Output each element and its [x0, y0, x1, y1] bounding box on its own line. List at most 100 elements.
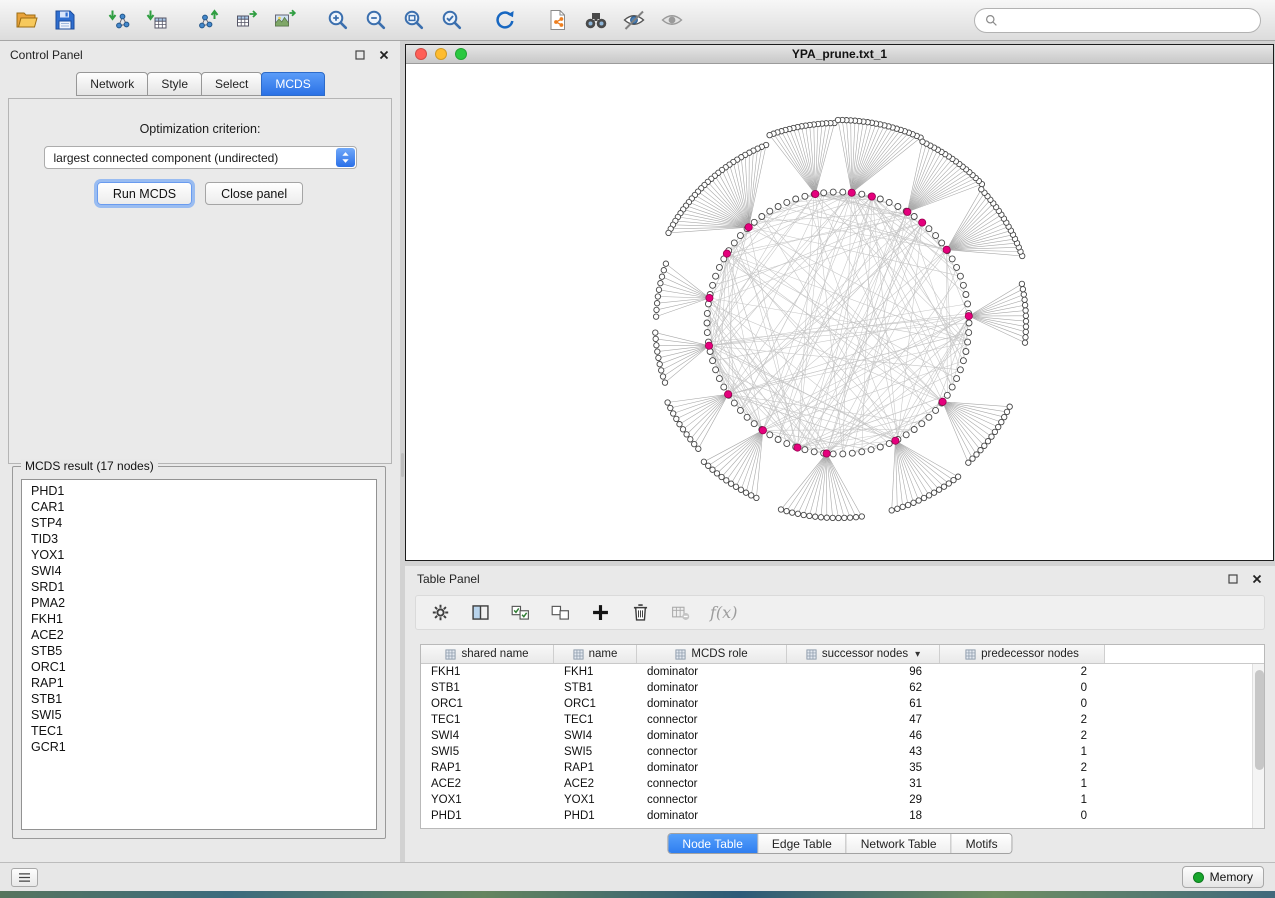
- open-session-button[interactable]: [8, 4, 46, 36]
- run-mcds-button[interactable]: Run MCDS: [97, 182, 192, 205]
- network-view[interactable]: [406, 65, 1273, 560]
- mcds-result-item[interactable]: TID3: [22, 531, 376, 547]
- right-region: YPA_prune.txt_1 Table Panel: [400, 41, 1275, 862]
- mcds-result-item[interactable]: PHD1: [22, 483, 376, 499]
- deselect-all-icon: [550, 602, 571, 623]
- refresh-icon: [493, 8, 517, 32]
- mcds-tab-panel: Optimization criterion: largest connecte…: [8, 98, 392, 464]
- window-maximize-button[interactable]: [455, 48, 467, 60]
- float-table-panel-button[interactable]: [1226, 572, 1239, 585]
- mcds-result-item[interactable]: SWI5: [22, 707, 376, 723]
- show-columns-button[interactable]: [470, 602, 491, 623]
- table-scrollbar[interactable]: [1252, 664, 1264, 828]
- table-row[interactable]: RAP1RAP1dominator352: [421, 760, 1252, 776]
- eye-icon: [660, 8, 684, 32]
- mcds-result-item[interactable]: ACE2: [22, 627, 376, 643]
- tab-network[interactable]: Network: [76, 72, 148, 96]
- mcds-result-groupbox: MCDS result (17 nodes) PHD1CAR1STP4TID3Y…: [12, 466, 386, 839]
- mcds-result-item[interactable]: STP4: [22, 515, 376, 531]
- status-bar: Memory: [0, 862, 1275, 891]
- export-table-icon: [235, 8, 259, 32]
- table-row[interactable]: PHD1PHD1dominator180: [421, 808, 1252, 824]
- mcds-result-item[interactable]: FKH1: [22, 611, 376, 627]
- mcds-result-item[interactable]: CAR1: [22, 499, 376, 515]
- delete-table-button-disabled: [670, 602, 691, 623]
- table-settings-button[interactable]: [430, 602, 451, 623]
- network-window: YPA_prune.txt_1: [405, 44, 1274, 561]
- network-canvas[interactable]: [406, 65, 1273, 560]
- tab-network-table[interactable]: Network Table: [847, 834, 952, 853]
- search-input[interactable]: [1004, 13, 1250, 27]
- column-header-predecessor-nodes[interactable]: predecessor nodes: [940, 645, 1105, 663]
- mcds-result-item[interactable]: STB1: [22, 691, 376, 707]
- mcds-result-item[interactable]: SWI4: [22, 563, 376, 579]
- splitter-handle[interactable]: [401, 453, 404, 477]
- function-builder-button[interactable]: f(x): [710, 603, 737, 622]
- column-header-name[interactable]: name: [554, 645, 637, 663]
- memory-status-icon: [1193, 872, 1204, 883]
- select-all-icon: [510, 602, 531, 623]
- close-panel-button[interactable]: [377, 49, 390, 62]
- memory-button[interactable]: Memory: [1182, 866, 1264, 888]
- save-session-button[interactable]: [46, 4, 84, 36]
- export-table-button[interactable]: [228, 4, 266, 36]
- close-table-panel-button[interactable]: [1250, 572, 1263, 585]
- search-network-button[interactable]: [577, 4, 615, 36]
- tab-select[interactable]: Select: [201, 72, 262, 96]
- create-column-button[interactable]: [590, 602, 611, 623]
- show-hide-button[interactable]: [653, 4, 691, 36]
- mcds-result-item[interactable]: YOX1: [22, 547, 376, 563]
- mcds-result-item[interactable]: TEC1: [22, 723, 376, 739]
- column-header-MCDS-role[interactable]: MCDS role: [637, 645, 787, 663]
- import-network-button[interactable]: [99, 4, 137, 36]
- zoom-out-button[interactable]: [357, 4, 395, 36]
- table-panel-title: Table Panel: [417, 572, 480, 586]
- share-document-button[interactable]: [539, 4, 577, 36]
- tab-motifs[interactable]: Motifs: [952, 834, 1012, 853]
- mcds-result-item[interactable]: SRD1: [22, 579, 376, 595]
- trash-icon: [630, 602, 651, 623]
- deselect-all-button[interactable]: [550, 602, 571, 623]
- zoom-selected-button[interactable]: [433, 4, 471, 36]
- window-close-button[interactable]: [415, 48, 427, 60]
- task-history-button[interactable]: [11, 868, 38, 887]
- tab-edge-table[interactable]: Edge Table: [758, 834, 847, 853]
- column-header-successor-nodes[interactable]: successor nodes▾: [787, 645, 940, 663]
- table-row[interactable]: ACE2ACE2connector311: [421, 776, 1252, 792]
- mcds-result-item[interactable]: ORC1: [22, 659, 376, 675]
- mcds-result-item[interactable]: RAP1: [22, 675, 376, 691]
- table-row[interactable]: YOX1YOX1connector291: [421, 792, 1252, 808]
- table-row[interactable]: SWI5SWI5connector431: [421, 744, 1252, 760]
- zoom-in-button[interactable]: [319, 4, 357, 36]
- table-row[interactable]: ORC1ORC1dominator610: [421, 696, 1252, 712]
- table-row[interactable]: TEC1TEC1connector472: [421, 712, 1252, 728]
- network-titlebar: YPA_prune.txt_1: [406, 45, 1273, 64]
- table-row[interactable]: FKH1FKH1dominator962: [421, 664, 1252, 680]
- node-table-body: FKH1FKH1dominator962STB1STB1dominator620…: [421, 664, 1252, 828]
- mcds-result-item[interactable]: PMA2: [22, 595, 376, 611]
- float-panel-button[interactable]: [353, 49, 366, 62]
- close-panel-action-button[interactable]: Close panel: [205, 182, 303, 205]
- export-network-button[interactable]: [190, 4, 228, 36]
- refresh-view-button[interactable]: [486, 4, 524, 36]
- mcds-result-item[interactable]: GCR1: [22, 739, 376, 755]
- table-row[interactable]: SWI4SWI4dominator462: [421, 728, 1252, 744]
- tab-node-table[interactable]: Node Table: [668, 834, 758, 853]
- criterion-dropdown-value: largest connected component (undirected): [54, 151, 279, 165]
- tab-style[interactable]: Style: [147, 72, 202, 96]
- select-all-button[interactable]: [510, 602, 531, 623]
- criterion-dropdown[interactable]: largest connected component (undirected): [44, 146, 357, 169]
- share-document-icon: [546, 8, 570, 32]
- mcds-result-item[interactable]: STB5: [22, 643, 376, 659]
- export-image-button[interactable]: [266, 4, 304, 36]
- import-table-button[interactable]: [137, 4, 175, 36]
- column-header-shared-name[interactable]: shared name: [421, 645, 554, 663]
- delete-column-button[interactable]: [630, 602, 651, 623]
- table-row[interactable]: STB1STB1dominator620: [421, 680, 1252, 696]
- zoom-fit-button[interactable]: [395, 4, 433, 36]
- annotations-button[interactable]: [615, 4, 653, 36]
- tab-mcds[interactable]: MCDS: [261, 72, 324, 96]
- scrollbar-thumb[interactable]: [1255, 670, 1264, 770]
- eye-pen-icon: [622, 8, 646, 32]
- window-minimize-button[interactable]: [435, 48, 447, 60]
